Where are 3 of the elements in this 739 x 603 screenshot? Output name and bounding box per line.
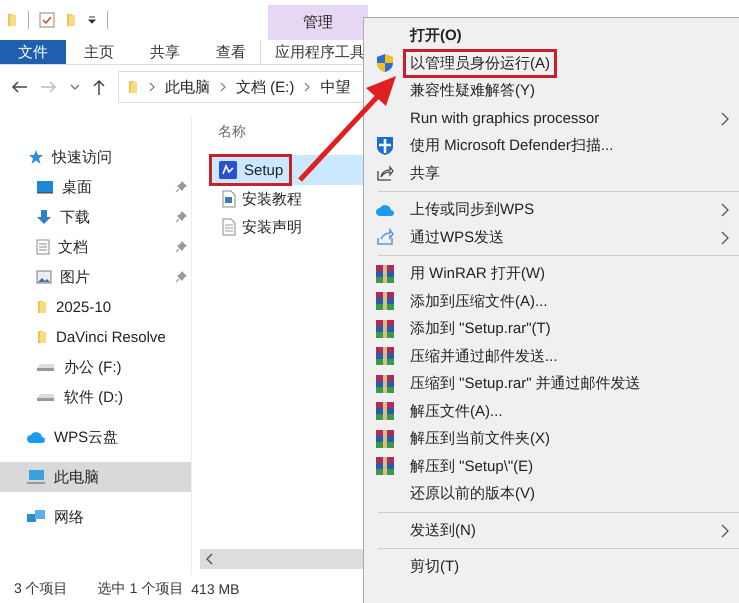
status-text: 413 MB (191, 581, 240, 597)
status-text: 3 个项目 (14, 580, 68, 598)
status-text: 选中 1 个项目 (98, 580, 184, 598)
